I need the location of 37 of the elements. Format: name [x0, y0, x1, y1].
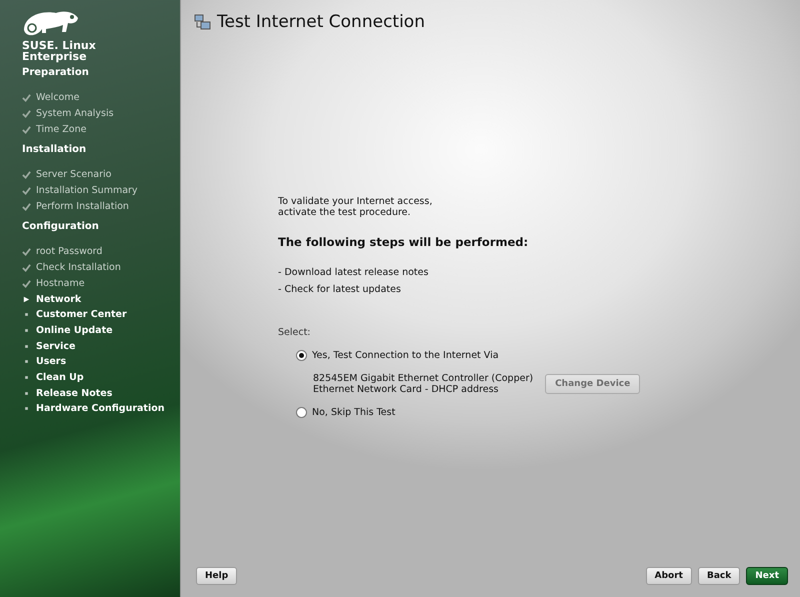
radio-label[interactable]: No, Skip This Test: [312, 407, 396, 418]
step-label: Service: [36, 340, 76, 352]
step-label: Time Zone: [36, 124, 86, 135]
step-item: - Check for latest updates: [278, 284, 402, 295]
step-label: Server Scenario: [36, 169, 112, 180]
step-label: Users: [36, 356, 66, 368]
step-label: Release Notes: [36, 388, 112, 399]
device-description: 82545EM Gigabit Ethernet Controller (Copper) Ethernet Network Card - DHCP address: [313, 373, 534, 395]
section-heading: Preparation: [22, 67, 90, 78]
page-title: Test Internet Connection: [217, 12, 425, 32]
step-label: Installation Summary: [36, 185, 138, 196]
select-label: Select:: [278, 327, 312, 338]
section-heading: Installation: [22, 144, 88, 156]
step-label: Hostname: [36, 278, 85, 289]
product-name: SUSE. Linux Enterprise: [22, 40, 97, 62]
step-item: - Download latest release notes: [278, 267, 430, 278]
footer-button[interactable]: Next: [746, 567, 788, 585]
footer-button[interactable]: Back: [698, 567, 740, 585]
radio-button[interactable]: [296, 407, 307, 418]
step-label: root Password: [36, 246, 102, 258]
radio-button[interactable]: [296, 350, 307, 361]
step-label: Customer Center: [36, 309, 127, 320]
radio-label[interactable]: Yes, Test Connection to the Internet Via: [312, 350, 499, 361]
step-label: Check Installation: [36, 262, 121, 274]
step-label: Welcome: [36, 92, 80, 104]
section-heading: Configuration: [22, 221, 100, 232]
step-label: Online Update: [36, 324, 113, 336]
steps-heading: The following steps will be performed:: [278, 235, 530, 249]
step-label: Hardware Configuration: [36, 403, 165, 414]
footer-button[interactable]: Help: [196, 567, 238, 585]
footer-button[interactable]: Abort: [646, 567, 692, 585]
step-label: Perform Installation: [36, 200, 129, 212]
step-label: Network: [36, 294, 82, 305]
step-label: Clean Up: [36, 372, 84, 383]
intro-text: To validate your Internet access, activate the test procedure.: [278, 196, 434, 218]
step-label: System Analysis: [36, 108, 114, 120]
network-computers-icon: [194, 14, 211, 30]
